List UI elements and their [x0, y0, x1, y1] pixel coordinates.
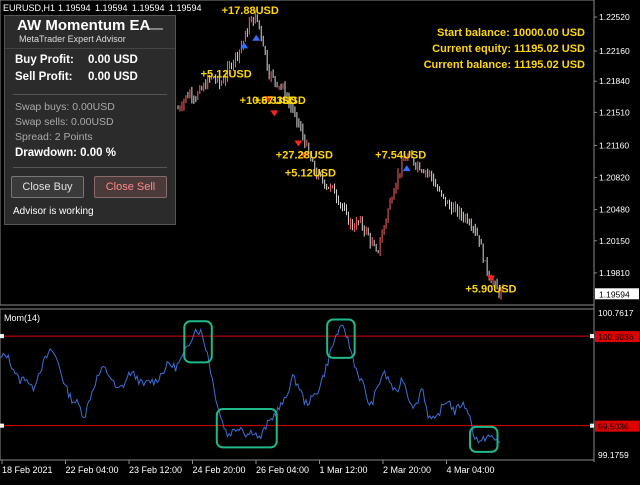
level-price-label: 99.5036 [598, 422, 629, 432]
ea-panel: AW Momentum EA MetaTrader Expert Advisor… [4, 15, 176, 225]
time-tick-label: 2 Mar 20:00 [383, 465, 431, 475]
panel-title: AW Momentum EA [17, 17, 151, 34]
panel-divider [13, 94, 167, 95]
time-tick-label: 18 Feb 2021 [2, 465, 53, 475]
time-tick-label: 1 Mar 12:00 [320, 465, 368, 475]
quote-close: 1.19594 [169, 3, 202, 13]
price-axis: 1.22520 1.22160 1.21840 1.21510 1.21160 1.208… [594, 12, 639, 300]
trade-profit-label: +5.12USD [285, 168, 336, 180]
level-handle[interactable] [0, 334, 4, 339]
indicator-title: Mom(14) [4, 313, 40, 323]
price-tick-label: 1.21160 [599, 140, 629, 150]
level-price-label: 100.5036 [598, 332, 634, 342]
status-text: Advisor is working [13, 206, 94, 217]
sell-profit-label: Sell Profit: [15, 71, 73, 83]
time-tick-label: 22 Feb 04:00 [66, 465, 119, 475]
buy-profit-row: Buy Profit: 0.00 USD [15, 54, 138, 66]
trade-profit-label: +8.33USD [255, 95, 306, 107]
panel-header[interactable]: AW Momentum EA MetaTrader Expert Advisor… [5, 16, 175, 49]
current-price-label: 1.19594 [599, 289, 630, 299]
price-tick-label: 1.21510 [599, 107, 630, 117]
close-sell-button[interactable]: Close Sell [94, 176, 167, 198]
current-balance: Current balance: 11195.02 USD [424, 59, 585, 71]
minimize-button[interactable]: — [147, 20, 163, 38]
symbol-label: EURUSD,H1 [3, 3, 55, 13]
time-axis: 18 Feb 2021 22 Feb 04:00 23 Feb 12:00 24 Fe… [1, 460, 495, 475]
time-tick-label: 23 Feb 12:00 [129, 465, 182, 475]
price-tick-label: 1.20480 [599, 205, 630, 215]
sell-profit-row: Sell Profit: 0.00 USD [15, 71, 138, 83]
level-handle[interactable] [0, 423, 4, 428]
price-tick-label: 1.21840 [599, 76, 630, 86]
current-equity: Current equity: 11195.02 USD [432, 43, 585, 55]
indicator-tick-label: 99.1759 [598, 450, 629, 460]
price-tick-label: 1.20820 [599, 173, 630, 183]
buy-profit-value: 0.00 USD [88, 54, 138, 66]
panel-divider-2 [13, 167, 167, 168]
drawdown: Drawdown: 0.00 % [15, 147, 116, 159]
swap-sells: Swap sells: 0.00USD [15, 116, 114, 128]
trade-profit-label: +7.54USD [375, 150, 426, 162]
trade-profit-label: +5.90USD [465, 284, 516, 296]
time-tick-label: 24 Feb 20:00 [193, 465, 246, 475]
buy-profit-label: Buy Profit: [15, 54, 74, 66]
sell-profit-value: 0.00 USD [88, 71, 138, 83]
level-handle[interactable] [590, 334, 594, 339]
time-tick-label: 26 Feb 04:00 [256, 465, 309, 475]
swap-buys: Swap buys: 0.00USD [15, 101, 115, 113]
price-tick-label: 1.22520 [599, 12, 630, 22]
panel-subtitle: MetaTrader Expert Advisor [19, 34, 126, 44]
quote-low: 1.19594 [132, 3, 165, 13]
time-tick-label: 4 Mar 04:00 [447, 465, 495, 475]
quote-open: 1.19594 [58, 3, 91, 13]
spread: Spread: 2 Points [15, 131, 93, 143]
start-balance: Start balance: 10000.00 USD [437, 27, 585, 39]
trade-profit-label: +17.88USD [222, 5, 279, 17]
price-tick-label: 1.20150 [599, 236, 630, 246]
close-buy-button[interactable]: Close Buy [11, 176, 84, 198]
indicator-axis: 100.7617 100.5036 99.5036 99.1759 [595, 308, 639, 460]
trade-profit-label: +5.12USD [201, 68, 252, 80]
trade-profit-label: +27.28USD [276, 150, 333, 162]
indicator-tick-label: 100.7617 [598, 308, 634, 318]
price-tick-label: 1.22160 [599, 46, 630, 56]
quote-high: 1.19594 [95, 3, 128, 13]
price-tick-label: 1.19810 [599, 268, 630, 278]
level-handle[interactable] [590, 423, 594, 428]
